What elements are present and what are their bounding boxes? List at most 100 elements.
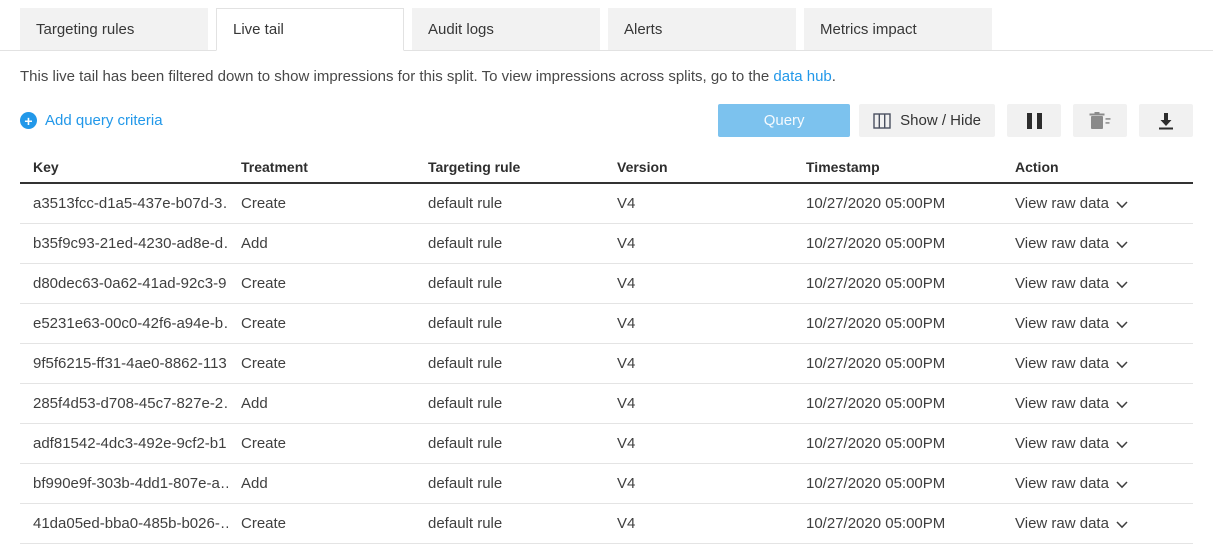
version-cell: V4 (604, 515, 793, 532)
note-text-end: . (832, 68, 836, 85)
treatment-cell: Add (228, 395, 415, 412)
chevron-down-icon (1116, 476, 1128, 493)
tab-alerts[interactable]: Alerts (608, 8, 796, 50)
targeting-rule-cell: default rule (415, 195, 604, 212)
timestamp-cell: 10/27/2020 05:00PM (793, 395, 1002, 412)
key-cell: b35f9c93-21ed-4230-ad8e-d… (20, 235, 228, 252)
key-cell: d80dec63-0a62-41ad-92c3-9… (20, 275, 228, 292)
clear-log-button[interactable] (1073, 104, 1127, 137)
targeting-rule-cell: default rule (415, 235, 604, 252)
targeting-rule-cell: default rule (415, 275, 604, 292)
version-cell: V4 (604, 275, 793, 292)
view-raw-data-label: View raw data (1015, 395, 1109, 412)
live-tail-note: This live tail has been filtered down to… (20, 68, 1193, 85)
version-cell: V4 (604, 315, 793, 332)
table-row: a3513fcc-d1a5-437e-b07d-3… Create defaul… (20, 184, 1193, 224)
table-body: a3513fcc-d1a5-437e-b07d-3… Create defaul… (20, 184, 1193, 544)
table-row: 285f4d53-d708-45c7-827e-2… Add default r… (20, 384, 1193, 424)
chevron-down-icon (1116, 276, 1128, 293)
treatment-cell: Create (228, 435, 415, 452)
view-raw-data-label: View raw data (1015, 355, 1109, 372)
version-cell: V4 (604, 235, 793, 252)
chevron-down-icon (1116, 236, 1128, 253)
col-header-treatment: Treatment (228, 159, 415, 175)
treatment-cell: Add (228, 235, 415, 252)
view-raw-data-button[interactable]: View raw data (1002, 434, 1193, 453)
view-raw-data-label: View raw data (1015, 435, 1109, 452)
targeting-rule-cell: default rule (415, 355, 604, 372)
tab-bar: Targeting rules Live tail Audit logs Ale… (0, 0, 1213, 51)
treatment-cell: Create (228, 195, 415, 212)
targeting-rule-cell: default rule (415, 515, 604, 532)
view-raw-data-button[interactable]: View raw data (1002, 354, 1193, 373)
note-text: This live tail has been filtered down to… (20, 68, 773, 85)
timestamp-cell: 10/27/2020 05:00PM (793, 315, 1002, 332)
impressions-table: Key Treatment Targeting rule Version Tim… (20, 151, 1193, 544)
version-cell: V4 (604, 395, 793, 412)
timestamp-cell: 10/27/2020 05:00PM (793, 195, 1002, 212)
timestamp-cell: 10/27/2020 05:00PM (793, 235, 1002, 252)
view-raw-data-label: View raw data (1015, 235, 1109, 252)
pause-button[interactable] (1007, 104, 1061, 137)
view-raw-data-label: View raw data (1015, 475, 1109, 492)
chevron-down-icon (1116, 316, 1128, 333)
view-raw-data-label: View raw data (1015, 315, 1109, 332)
table-row: d80dec63-0a62-41ad-92c3-9… Create defaul… (20, 264, 1193, 304)
version-cell: V4 (604, 475, 793, 492)
timestamp-cell: 10/27/2020 05:00PM (793, 515, 1002, 532)
show-hide-label: Show / Hide (900, 112, 981, 129)
chevron-down-icon (1116, 356, 1128, 373)
timestamp-cell: 10/27/2020 05:00PM (793, 355, 1002, 372)
version-cell: V4 (604, 195, 793, 212)
targeting-rule-cell: default rule (415, 475, 604, 492)
view-raw-data-label: View raw data (1015, 195, 1109, 212)
table-row: e5231e63-00c0-42f6-a94e-b… Create defaul… (20, 304, 1193, 344)
tab-metrics-impact[interactable]: Metrics impact (804, 8, 992, 50)
table-row: 9f5f6215-ff31-4ae0-8862-113… Create defa… (20, 344, 1193, 384)
view-raw-data-button[interactable]: View raw data (1002, 514, 1193, 533)
key-cell: 41da05ed-bba0-485b-b026-… (20, 515, 228, 532)
table-row: b35f9c93-21ed-4230-ad8e-d… Add default r… (20, 224, 1193, 264)
view-raw-data-button[interactable]: View raw data (1002, 234, 1193, 253)
col-header-targeting-rule: Targeting rule (415, 159, 604, 175)
add-query-criteria-button[interactable]: + Add query criteria (20, 112, 163, 129)
table-row: bf990e9f-303b-4dd1-807e-a… Add default r… (20, 464, 1193, 504)
chevron-down-icon (1116, 516, 1128, 533)
chevron-down-icon (1116, 436, 1128, 453)
targeting-rule-cell: default rule (415, 315, 604, 332)
table-header-row: Key Treatment Targeting rule Version Tim… (20, 151, 1193, 184)
version-cell: V4 (604, 435, 793, 452)
col-header-version: Version (604, 159, 793, 175)
col-header-timestamp: Timestamp (793, 159, 1002, 175)
table-row: 41da05ed-bba0-485b-b026-… Create default… (20, 504, 1193, 544)
timestamp-cell: 10/27/2020 05:00PM (793, 475, 1002, 492)
download-icon (1157, 112, 1175, 130)
download-button[interactable] (1139, 104, 1193, 137)
trash-clear-icon (1089, 112, 1111, 130)
targeting-rule-cell: default rule (415, 435, 604, 452)
toolbar: + Add query criteria Query Show / Hide (20, 104, 1193, 137)
timestamp-cell: 10/27/2020 05:00PM (793, 435, 1002, 452)
data-hub-link[interactable]: data hub (773, 68, 831, 85)
view-raw-data-label: View raw data (1015, 515, 1109, 532)
view-raw-data-button[interactable]: View raw data (1002, 194, 1193, 213)
view-raw-data-button[interactable]: View raw data (1002, 394, 1193, 413)
treatment-cell: Create (228, 515, 415, 532)
treatment-cell: Create (228, 355, 415, 372)
treatment-cell: Create (228, 275, 415, 292)
treatment-cell: Add (228, 475, 415, 492)
tab-live-tail[interactable]: Live tail (216, 8, 404, 51)
view-raw-data-button[interactable]: View raw data (1002, 314, 1193, 333)
pause-icon (1027, 113, 1042, 129)
view-raw-data-button[interactable]: View raw data (1002, 474, 1193, 493)
tab-audit-logs[interactable]: Audit logs (412, 8, 600, 50)
plus-icon: + (20, 112, 37, 129)
key-cell: e5231e63-00c0-42f6-a94e-b… (20, 315, 228, 332)
query-button[interactable]: Query (718, 104, 850, 137)
tab-targeting-rules[interactable]: Targeting rules (20, 8, 208, 50)
version-cell: V4 (604, 355, 793, 372)
show-hide-columns-button[interactable]: Show / Hide (859, 104, 995, 137)
view-raw-data-button[interactable]: View raw data (1002, 274, 1193, 293)
chevron-down-icon (1116, 396, 1128, 413)
key-cell: 285f4d53-d708-45c7-827e-2… (20, 395, 228, 412)
